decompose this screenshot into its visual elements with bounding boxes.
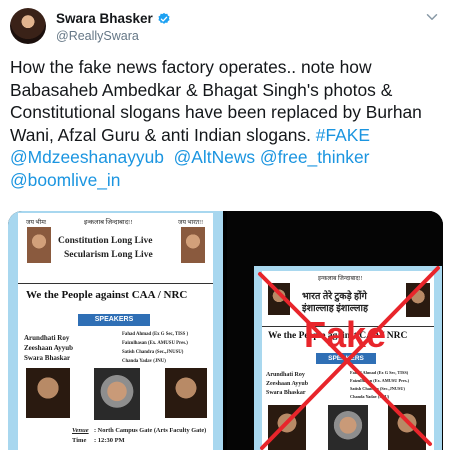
speaker-photo: [165, 368, 207, 418]
poster-headline: We the People against CAA / NRC: [26, 289, 188, 301]
mention-link[interactable]: @boomlive_in: [10, 170, 120, 190]
slogan-line-1: Constitution Long Live: [58, 236, 153, 246]
jai-bharat-text: जय भारत!!: [178, 220, 204, 226]
speaker-name: Faizulhasan (Ex. AMUSU Pres.): [122, 341, 188, 346]
avatar[interactable]: [10, 8, 46, 44]
speaker-photo: [94, 368, 140, 420]
verified-badge-icon: [158, 12, 170, 24]
chevron-down-icon[interactable]: [423, 8, 441, 26]
divider: [18, 283, 213, 284]
time-value: : 12:30 PM: [94, 437, 125, 444]
time-label: Time: [72, 437, 87, 444]
tweet-header: Swara Bhasker @ReallySwara: [8, 6, 443, 46]
mention-link[interactable]: @free_thinker: [260, 147, 370, 167]
inquilab-text: इन्कलाब जिन्दाबाद!!: [84, 219, 133, 226]
mention-link[interactable]: @Mdzeeshanayyub: [10, 147, 164, 167]
fake-poster-photo[interactable]: इन्कलाब जिन्दाबाद!! भारत तेरे टुकड़े हों…: [227, 211, 443, 450]
tweet-media: जय भीम! इन्कलाब जिन्दाबाद!! जय भारत!! Co…: [8, 211, 443, 450]
speaker-photo: [26, 368, 70, 418]
speaker-name: Zeeshaan Ayyub: [24, 344, 74, 352]
tweet-text: How the fake news factory operates.. not…: [10, 56, 445, 191]
author-handle[interactable]: @ReallySwara: [56, 29, 139, 43]
speaker-name: Chanda Yadav (JNU): [122, 359, 166, 364]
speaker-name: Swara Bhaskar: [24, 354, 71, 362]
red-cross-mark: [258, 266, 440, 450]
speaker-name: Arundhati Roy: [24, 334, 70, 342]
author-name-line: Swara Bhasker: [56, 11, 171, 26]
bhagat-singh-portrait: [181, 227, 205, 263]
jai-bhim-text: जय भीम!: [26, 220, 47, 226]
mention-link[interactable]: @AltNews: [174, 147, 255, 167]
speakers-label: SPEAKERS: [78, 314, 150, 326]
speaker-name: Fahad Ahmad (Ex G Sec, TISS ): [122, 332, 189, 337]
speaker-name: Satish Chandra (Sec.,JNUSU): [122, 350, 184, 355]
fake-stamp: Fake: [304, 314, 387, 355]
fake-poster-image: इन्कलाब जिन्दाबाद!! भारत तेरे टुकड़े हों…: [254, 266, 442, 450]
hashtag-link[interactable]: #FAKE: [316, 125, 370, 145]
original-poster-photo[interactable]: जय भीम! इन्कलाब जिन्दाबाद!! जय भारत!! Co…: [8, 211, 223, 450]
slogan-line-2: Secularism Long Live: [64, 250, 153, 260]
venue-label: Venue: [72, 427, 89, 434]
display-name[interactable]: Swara Bhasker: [56, 11, 153, 26]
venue-value: : North Campus Gate (Arts Faculty Gate): [94, 427, 207, 434]
original-poster: जय भीम! इन्कलाब जिन्दाबाद!! जय भारत!! Co…: [18, 213, 213, 450]
ambedkar-portrait: [27, 227, 51, 263]
